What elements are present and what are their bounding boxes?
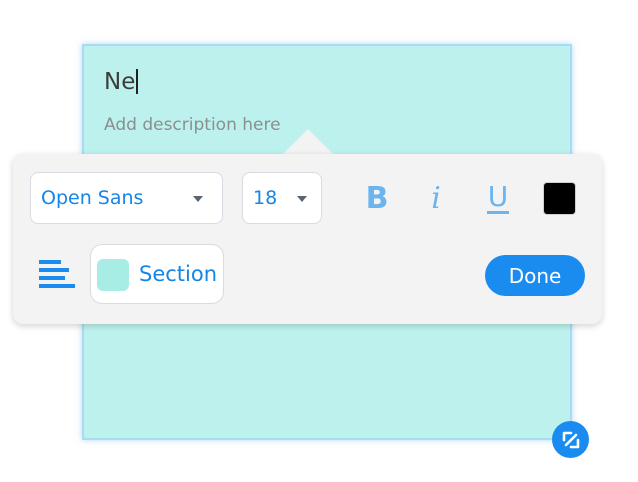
font-family-select[interactable]: Open Sans <box>30 172 223 224</box>
bold-button[interactable]: B <box>360 178 394 218</box>
underline-button[interactable]: U <box>481 178 515 218</box>
font-size-select[interactable]: 18 <box>242 172 322 224</box>
align-left-icon <box>39 260 75 288</box>
card-title[interactable]: Ne <box>104 68 138 96</box>
align-button[interactable] <box>37 258 75 292</box>
section-label: Section <box>139 262 218 286</box>
italic-button[interactable]: i <box>421 178 451 218</box>
section-color-button[interactable]: Section <box>90 244 224 304</box>
toolbar-pointer <box>282 129 334 155</box>
description-placeholder[interactable]: Add description here <box>104 115 281 135</box>
underline-label: U <box>486 179 510 214</box>
chevron-down-icon <box>193 196 203 202</box>
font-family-value: Open Sans <box>41 187 144 209</box>
text-color-swatch[interactable] <box>543 182 576 215</box>
text-cursor <box>136 69 138 94</box>
chevron-down-icon <box>297 196 307 202</box>
resize-icon <box>562 431 579 448</box>
section-color-swatch <box>97 259 129 291</box>
resize-handle[interactable] <box>552 421 589 458</box>
card-title-text: Ne <box>104 69 136 95</box>
text-format-toolbar: Open Sans 18 B i U Section Done <box>13 154 602 324</box>
done-button[interactable]: Done <box>485 255 585 296</box>
font-size-value: 18 <box>253 187 278 209</box>
